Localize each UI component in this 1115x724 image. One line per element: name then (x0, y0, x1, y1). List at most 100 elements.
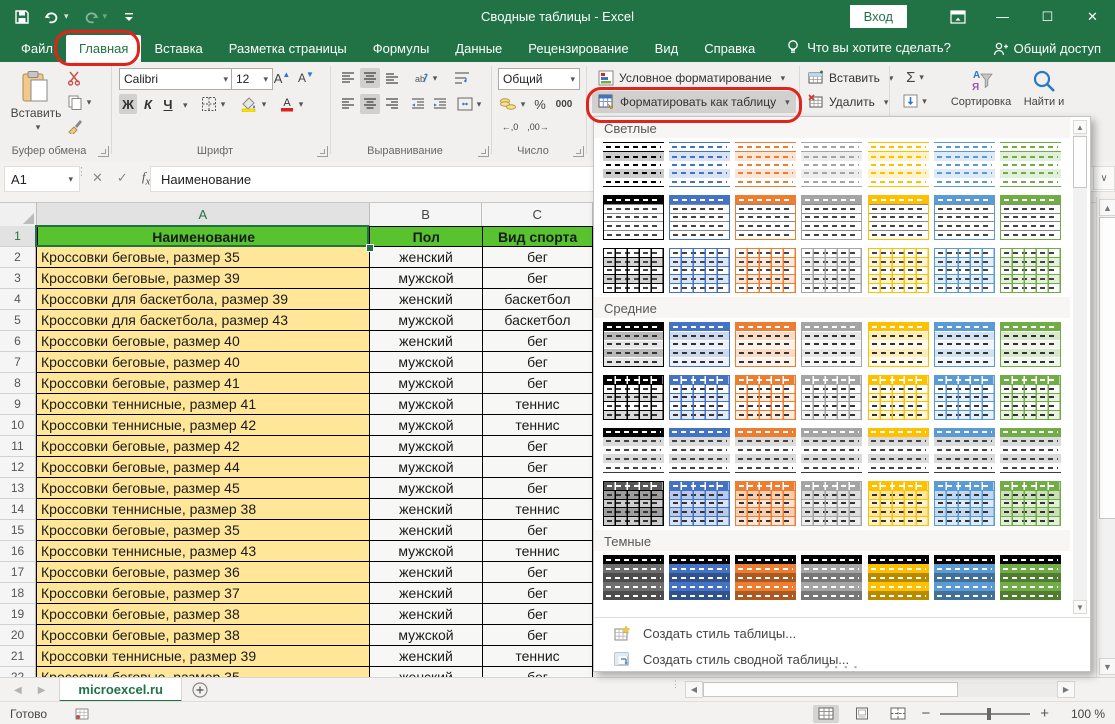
cell-A22[interactable]: Кроссовки беговые, размер 35 (36, 667, 370, 677)
table-style-0-1-5[interactable] (934, 195, 995, 240)
cell-B1[interactable]: Пол (370, 226, 483, 247)
zoom-in-button[interactable]: + (1040, 705, 1049, 722)
table-style-1-1-0[interactable] (603, 375, 664, 420)
cell-A11[interactable]: Кроссовки беговые, размер 42 (36, 436, 370, 457)
increase-indent-button[interactable] (430, 94, 450, 114)
sign-in-button[interactable]: Вход (850, 5, 907, 28)
cell-C10[interactable]: теннис (483, 415, 593, 436)
font-dialog-launcher[interactable] (317, 146, 328, 157)
cell-C6[interactable]: бег (483, 331, 593, 352)
table-style-0-2-2[interactable] (735, 248, 796, 293)
cell-B14[interactable]: женский (370, 499, 483, 520)
row-header-14[interactable]: 14 (0, 499, 36, 520)
ribbon-tab-8[interactable]: Справка (691, 35, 768, 62)
comma-style-button[interactable]: 000 (551, 94, 577, 114)
cell-C1[interactable]: Вид спорта (483, 226, 593, 247)
align-right-button[interactable] (382, 94, 402, 114)
cell-C16[interactable]: теннис (483, 541, 593, 562)
cell-B10[interactable]: мужской (370, 415, 483, 436)
table-style-1-2-4[interactable] (868, 428, 929, 473)
cell-B21[interactable]: женский (370, 646, 483, 667)
table-style-0-2-4[interactable] (868, 248, 929, 293)
align-top-button[interactable] (338, 68, 358, 88)
cell-B17[interactable]: женский (370, 562, 483, 583)
cell-A1[interactable]: Наименование (37, 226, 370, 247)
find-select-button[interactable]: Найти и (1012, 64, 1076, 112)
cell-C22[interactable]: бег (483, 667, 593, 677)
row-header-16[interactable]: 16 (0, 541, 36, 562)
cut-button[interactable] (64, 68, 86, 88)
table-style-1-2-0[interactable] (603, 428, 664, 473)
undo-button[interactable]: ▾ (44, 9, 69, 25)
normal-view-button[interactable] (813, 705, 839, 723)
table-style-2-0-3[interactable] (801, 555, 862, 600)
row-header-4[interactable]: 4 (0, 289, 36, 310)
underline-button[interactable]: Ч (159, 94, 177, 114)
gallery-resize-grip[interactable]: ▪ ▪ ▪ ▪ (594, 664, 1090, 670)
gallery-scroll-down[interactable]: ▼ (1073, 600, 1087, 614)
cell-A6[interactable]: Кроссовки беговые, размер 40 (36, 331, 370, 352)
italic-button[interactable]: К (139, 94, 157, 114)
horizontal-scroll-track[interactable] (703, 682, 1057, 697)
cell-B20[interactable]: мужской (370, 625, 483, 646)
table-style-1-1-4[interactable] (868, 375, 929, 420)
conditional-formatting-button[interactable]: Условное форматирование▾ (592, 67, 791, 89)
table-style-1-0-4[interactable] (868, 322, 929, 367)
clipboard-dialog-launcher[interactable] (98, 146, 109, 157)
tab-scrollbar-splitter[interactable]: ⋮ (671, 682, 679, 686)
zoom-slider-thumb[interactable] (987, 708, 991, 720)
format-painter-button[interactable] (64, 116, 86, 136)
number-dialog-launcher[interactable] (573, 146, 584, 157)
table-style-1-3-0[interactable] (603, 481, 664, 526)
confirm-entry-icon[interactable]: ✓ (117, 170, 128, 186)
gallery-scrollbar[interactable]: ▲ ▼ (1073, 120, 1087, 614)
row-header-17[interactable]: 17 (0, 562, 36, 583)
ribbon-tab-7[interactable]: Вид (642, 35, 692, 62)
share-button[interactable]: Общий доступ (993, 41, 1101, 56)
cell-B6[interactable]: женский (370, 331, 483, 352)
table-style-0-0-6[interactable] (1000, 142, 1061, 187)
cell-A9[interactable]: Кроссовки теннисные, размер 41 (36, 394, 370, 415)
shrink-font-button[interactable]: A▼ (295, 68, 317, 88)
row-header-3[interactable]: 3 (0, 268, 36, 289)
new-table-style-item[interactable]: Создать стиль таблицы... (594, 620, 1090, 646)
select-all-corner[interactable] (0, 203, 37, 227)
cell-A7[interactable]: Кроссовки беговые, размер 40 (36, 352, 370, 373)
row-header-12[interactable]: 12 (0, 457, 36, 478)
vertical-scrollbar[interactable]: ▲ ▼ (1096, 197, 1115, 677)
cell-B19[interactable]: женский (370, 604, 483, 625)
fill-button[interactable]: ▾ (898, 91, 932, 111)
alignment-dialog-launcher[interactable] (478, 146, 489, 157)
horizontal-scroll-thumb[interactable] (703, 682, 958, 697)
close-button[interactable]: ✕ (1070, 0, 1115, 33)
cell-A17[interactable]: Кроссовки беговые, размер 36 (36, 562, 370, 583)
cell-C18[interactable]: бег (483, 583, 593, 604)
cell-B7[interactable]: мужской (370, 352, 483, 373)
table-style-0-1-2[interactable] (735, 195, 796, 240)
table-style-0-1-0[interactable] (603, 195, 664, 240)
ribbon-tab-6[interactable]: Рецензирование (515, 35, 641, 62)
cell-C4[interactable]: баскетбол (483, 289, 593, 310)
cell-C9[interactable]: теннис (483, 394, 593, 415)
formula-bar-splitter[interactable]: ⋮ (76, 169, 87, 175)
table-style-1-3-6[interactable] (1000, 481, 1061, 526)
table-style-0-0-0[interactable] (603, 142, 664, 187)
column-header-a[interactable]: A (37, 203, 370, 227)
ribbon-display-options-button[interactable] (935, 0, 980, 33)
new-sheet-button[interactable] (182, 678, 218, 702)
table-style-1-0-0[interactable] (603, 322, 664, 367)
table-style-0-0-5[interactable] (934, 142, 995, 187)
ribbon-tab-3[interactable]: Разметка страницы (216, 35, 360, 62)
table-style-1-1-1[interactable] (669, 375, 730, 420)
cell-C21[interactable]: теннис (483, 646, 593, 667)
cell-A14[interactable]: Кроссовки теннисные, размер 38 (36, 499, 370, 520)
gallery-scroll-up[interactable]: ▲ (1073, 120, 1087, 134)
table-style-1-0-6[interactable] (1000, 322, 1061, 367)
cell-C15[interactable]: бег (483, 520, 593, 541)
cell-A12[interactable]: Кроссовки беговые, размер 44 (36, 457, 370, 478)
table-style-1-3-5[interactable] (934, 481, 995, 526)
percent-button[interactable]: % (531, 94, 549, 114)
insert-cells-button[interactable]: Вставить▾ (802, 67, 899, 89)
page-break-view-button[interactable] (885, 705, 911, 723)
table-style-1-3-2[interactable] (735, 481, 796, 526)
